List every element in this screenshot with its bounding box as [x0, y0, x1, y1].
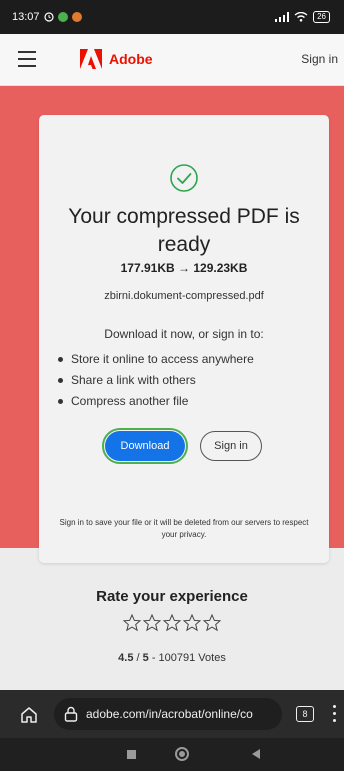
signal-icon: [275, 12, 290, 22]
header-sign-in-link[interactable]: Sign in: [301, 52, 338, 66]
privacy-notice: Sign in to save your file or it will be …: [59, 518, 309, 539]
battery-icon: 26: [313, 11, 330, 23]
star-icon[interactable]: [122, 613, 142, 633]
check-circle-icon: [170, 164, 198, 192]
system-navigation-bar: [0, 738, 344, 771]
result-title: Your compressed PDF is ready: [68, 205, 300, 256]
rating-max: 5: [142, 652, 149, 664]
browser-toolbar: adobe.com/in/acrobat/online/co 8: [0, 690, 344, 738]
notification-app-icon: [71, 12, 82, 22]
app-header: Adobe Sign in: [0, 34, 344, 86]
rating-title: Rate your experience: [96, 588, 248, 605]
star-icon[interactable]: [202, 613, 222, 633]
star-icon[interactable]: [142, 613, 162, 633]
vote-count: - 100791 Votes: [151, 652, 226, 664]
notification-app-icon: [57, 12, 68, 22]
compressed-size: 129.23KB: [193, 261, 248, 275]
download-button[interactable]: Download: [102, 428, 188, 464]
more-options-icon[interactable]: [333, 705, 337, 723]
star-icon[interactable]: [182, 613, 202, 633]
status-bar: 13:07 26: [0, 0, 344, 34]
address-bar[interactable]: adobe.com/in/acrobat/online/co: [54, 698, 282, 730]
hamburger-menu-icon[interactable]: [18, 51, 36, 67]
url-text[interactable]: adobe.com/in/acrobat/online/co: [86, 707, 253, 721]
list-item: Share a link with others: [58, 370, 254, 391]
recents-icon[interactable]: [127, 750, 136, 759]
home-icon[interactable]: [20, 706, 38, 724]
adobe-logo[interactable]: Adobe: [80, 49, 153, 69]
rating-summary: 4.5 / 5 - 100791 Votes: [0, 652, 344, 664]
tab-switcher-button[interactable]: 8: [296, 706, 314, 722]
list-item: Store it online to access anywhere: [58, 349, 254, 370]
star-rating[interactable]: [0, 613, 344, 633]
result-card: Your compressed PDF is ready 177.91KB → …: [39, 115, 329, 563]
size-arrow: →: [178, 261, 190, 275]
sign-in-button[interactable]: Sign in: [200, 431, 262, 461]
list-item: Compress another file: [58, 391, 254, 412]
rating-separator: /: [136, 652, 140, 664]
status-right: 26: [275, 11, 330, 23]
status-left: 13:07: [12, 11, 82, 23]
home-button-icon[interactable]: [175, 747, 189, 761]
alarm-icon: [43, 12, 54, 22]
status-time: 13:07: [12, 11, 40, 23]
lock-icon[interactable]: [64, 706, 78, 722]
brand-name: Adobe: [109, 51, 153, 67]
wifi-icon: [294, 12, 308, 22]
adobe-logo-icon: [80, 49, 102, 69]
file-size-change: 177.91KB → 129.23KB: [39, 261, 329, 275]
star-icon[interactable]: [162, 613, 182, 633]
sign-in-prompt: Download it now, or sign in to:: [104, 327, 264, 341]
file-name: zbirni.dokument-compressed.pdf: [104, 290, 264, 302]
benefits-list: Store it online to access anywhere Share…: [58, 349, 254, 412]
rating-score: 4.5: [118, 652, 134, 664]
original-size: 177.91KB: [120, 261, 175, 275]
back-icon[interactable]: [252, 749, 260, 759]
